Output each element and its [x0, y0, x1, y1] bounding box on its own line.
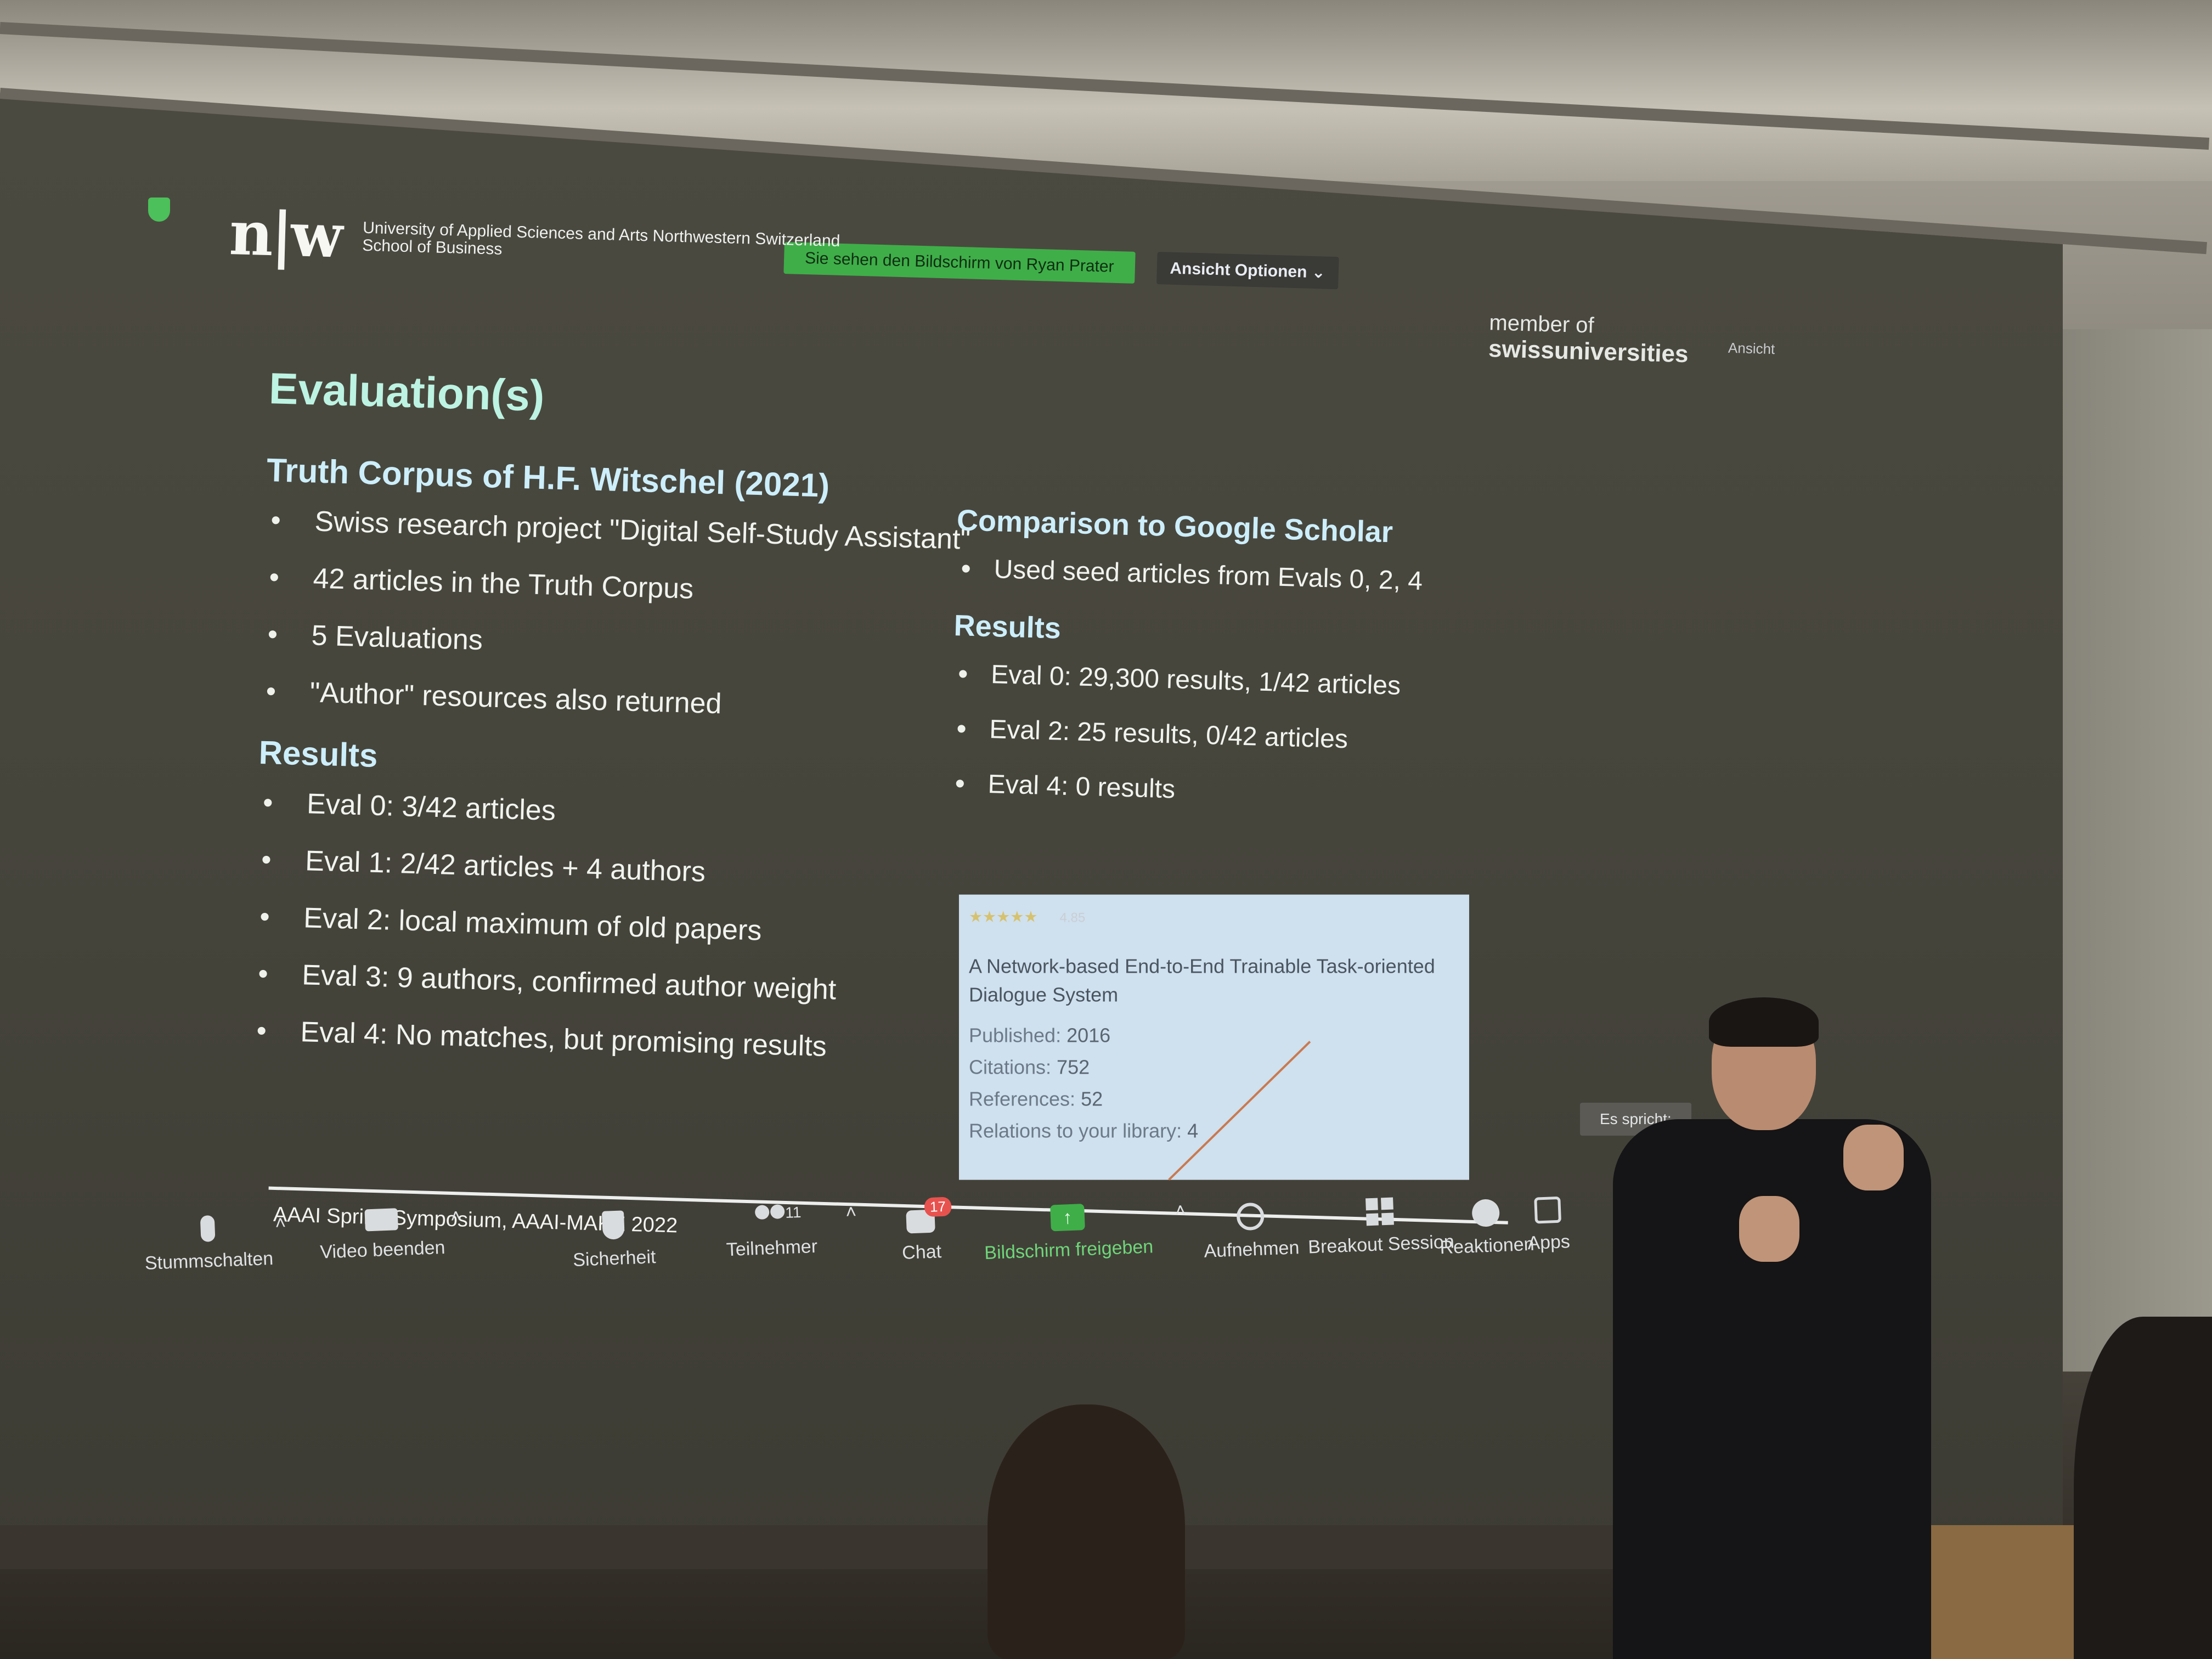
left-bullets: Swiss research project "Digital Self-Stu…: [260, 505, 1034, 727]
chat-label: Chat: [901, 1241, 942, 1263]
bullet-item: "Author" resources also returned: [260, 676, 1029, 727]
security-label: Sicherheit: [572, 1246, 657, 1271]
presenter-hand: [1739, 1196, 1799, 1262]
published-label: Published:: [968, 1024, 1062, 1047]
relations-label: Relations to your library:: [968, 1119, 1182, 1142]
apps-button[interactable]: Apps: [1526, 1196, 1571, 1254]
right-column: Comparison to Google Scholar Used seed a…: [949, 503, 1506, 839]
apps-label: Apps: [1527, 1231, 1571, 1254]
lecture-room-photo: Sie sehen den Bildschirm von Ryan Prater…: [0, 0, 2212, 1659]
right-results-heading: Results: [953, 609, 1062, 645]
chat-unread-badge: 17: [924, 1197, 952, 1217]
participants-button[interactable]: 11 Teilnehmer: [725, 1203, 818, 1261]
references-row: References: 52: [969, 1085, 1459, 1114]
share-screen-icon: ↑: [1050, 1204, 1085, 1232]
breakout-icon: [1365, 1197, 1395, 1226]
right-heading: Comparison to Google Scholar: [956, 504, 1393, 549]
presentation-slide: n|w University of Applied Sciences and A…: [200, 198, 1821, 1328]
member-of-badge: member of swissuniversities: [1488, 309, 1690, 368]
encryption-shield-icon: [148, 198, 170, 222]
member-org: swissuniversities: [1488, 335, 1689, 368]
slide-title: Evaluation(s): [268, 364, 545, 421]
presenter-hand: [1843, 1125, 1904, 1190]
rating-value: 4.85: [1059, 910, 1086, 926]
published-row: Published: 2016: [969, 1022, 1459, 1050]
presenter-hair: [1709, 997, 1819, 1047]
relations-row: Relations to your library: 4: [969, 1117, 1459, 1146]
bullet-item: Swiss research project "Digital Self-Stu…: [265, 505, 1034, 556]
audience-member: [988, 1404, 1185, 1659]
result-item: Eval 2: 25 results, 0/42 articles: [951, 714, 1500, 759]
security-button[interactable]: Sicherheit: [571, 1209, 656, 1271]
result-item: Eval 2: local maximum of old papers: [254, 902, 1023, 953]
published-value: 2016: [1066, 1024, 1111, 1047]
result-item: Eval 4: 0 results: [949, 769, 1498, 814]
right-results: Eval 0: 29,300 results, 1/42 articles Ev…: [949, 659, 1502, 814]
logo-mark: n|w: [228, 198, 342, 272]
references-label: References:: [968, 1087, 1076, 1110]
apps-icon: [1533, 1196, 1561, 1224]
left-results: Eval 0: 3/42 articles Eval 1: 2/42 artic…: [251, 788, 1026, 1067]
participant-count: 11: [785, 1203, 802, 1222]
video-label: Video beenden: [319, 1237, 446, 1263]
video-options-chevron-icon[interactable]: ˄: [450, 1206, 461, 1228]
citations-row: Citations: 752: [969, 1053, 1459, 1082]
result-item: Eval 0: 3/42 articles: [257, 788, 1025, 839]
chat-icon: 17: [906, 1197, 952, 1234]
bullet-item: 5 Evaluations: [262, 619, 1030, 670]
institution-name: University of Applied Sciences and Arts …: [362, 218, 840, 267]
record-icon: [1236, 1202, 1265, 1231]
participants-label: Teilnehmer: [726, 1235, 818, 1261]
rating-row: ★★★★★ 4.85: [969, 901, 1459, 933]
result-item: Eval 3: 9 authors, confirmed author weig…: [252, 959, 1021, 1010]
references-value: 52: [1081, 1087, 1103, 1110]
result-item: Eval 1: 2/42 articles + 4 authors: [256, 845, 1024, 896]
breakout-button[interactable]: Breakout Session: [1306, 1195, 1454, 1258]
chat-button[interactable]: 17 Chat: [900, 1197, 952, 1264]
record-label: Aufnehmen: [1203, 1237, 1300, 1262]
left-results-heading: Results: [258, 733, 379, 774]
presenter: [1613, 997, 1931, 1659]
relations-value: 4: [1187, 1119, 1199, 1142]
left-column: Truth Corpus of H.F. Witschel (2021) Swi…: [250, 451, 1035, 1094]
reactions-label: Reaktionen: [1439, 1233, 1535, 1259]
shield-icon: [601, 1210, 625, 1240]
reactions-button[interactable]: Reaktionen: [1438, 1198, 1534, 1259]
record-button[interactable]: Aufnehmen: [1202, 1201, 1300, 1262]
microphone-icon: [200, 1215, 216, 1242]
share-label: Bildschirm freigeben: [984, 1236, 1154, 1264]
paper-title: A Network-based End-to-End Trainable Tas…: [968, 955, 1435, 1006]
right-bullets: Used seed articles from Evals 0, 2, 4: [955, 554, 1504, 599]
mute-label: Stummschalten: [144, 1248, 274, 1274]
reactions-icon: [1471, 1199, 1500, 1227]
breakout-label: Breakout Session: [1307, 1231, 1455, 1258]
audio-options-chevron-icon[interactable]: ˄: [275, 1212, 286, 1234]
citations-label: Citations:: [968, 1056, 1052, 1079]
bullet-item: Used seed articles from Evals 0, 2, 4: [955, 554, 1504, 599]
share-options-chevron-icon[interactable]: ˄: [1175, 1200, 1186, 1222]
participants-chevron-icon[interactable]: ˄: [845, 1201, 857, 1223]
result-item: Eval 0: 29,300 results, 1/42 articles: [952, 659, 1502, 704]
citations-value: 752: [1057, 1056, 1090, 1079]
stop-video-button[interactable]: Video beenden: [319, 1206, 446, 1263]
result-item: Eval 4: No matches, but promising result…: [251, 1016, 1019, 1067]
share-screen-button[interactable]: ↑ Bildschirm freigeben: [983, 1201, 1154, 1264]
camera-icon: [364, 1208, 399, 1232]
left-heading: Truth Corpus of H.F. Witschel (2021): [266, 452, 830, 504]
star-rating-icon: ★★★★★: [968, 908, 1038, 926]
audience-member: [2074, 1317, 2212, 1659]
bullet-item: 42 articles in the Truth Corpus: [263, 562, 1032, 613]
participants-icon: [753, 1204, 789, 1229]
mute-button[interactable]: Stummschalten: [143, 1213, 274, 1274]
